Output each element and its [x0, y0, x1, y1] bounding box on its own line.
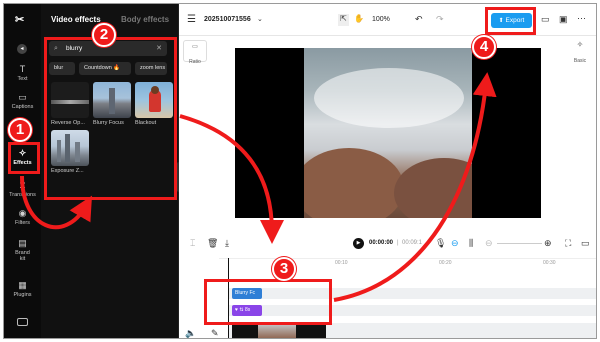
- transitions-icon: ⧖: [19, 180, 26, 190]
- redo-icon[interactable]: ↷: [436, 14, 444, 25]
- annotation-badge: 1: [8, 118, 32, 142]
- zoom-level[interactable]: 100%: [372, 16, 390, 23]
- undo-icon[interactable]: ↶: [415, 14, 423, 25]
- mic-icon[interactable]: 🎙: [435, 238, 446, 249]
- video-frame: [304, 48, 472, 218]
- zoom-in-icon[interactable]: ⊕: [544, 238, 552, 249]
- plugins-icon: ▦: [18, 280, 27, 290]
- share-icon[interactable]: ▣: [559, 14, 568, 25]
- link-icon[interactable]: ⊖: [451, 238, 459, 249]
- audio-icon[interactable]: 🔈: [185, 328, 196, 338]
- preview-area: ▭ Ratio ✧ Basic: [179, 36, 596, 226]
- text-icon: T: [19, 64, 26, 74]
- sidebar-item-label: Plugins: [13, 292, 32, 298]
- time-separator: |: [397, 240, 399, 246]
- basic-label: Basic: [573, 58, 587, 64]
- ratio-icon: ▭: [192, 44, 198, 50]
- annotation-box-timeline: [204, 279, 332, 325]
- pointer-icon[interactable]: ⇱: [338, 14, 349, 26]
- ratio-button[interactable]: ▭ Ratio: [183, 40, 207, 65]
- ratio-label: Ratio: [189, 59, 201, 65]
- hand-icon[interactable]: ✋: [354, 14, 364, 23]
- split-screen-icon[interactable]: ⫼: [469, 238, 473, 249]
- project-name[interactable]: 202510071556: [204, 16, 251, 23]
- chevron-down-icon[interactable]: ⌄: [257, 15, 263, 23]
- sidebar-item-label: Brand kit: [15, 250, 30, 262]
- capcut-logo: ✂: [15, 14, 25, 26]
- total-time: 00:09:1: [402, 240, 423, 246]
- more-icon[interactable]: ⋯: [577, 13, 586, 24]
- captions-icon: ▭: [18, 92, 27, 102]
- annotation-box-export: [485, 7, 536, 35]
- sidebar-item-filters[interactable]: ◉ Filters: [4, 208, 41, 226]
- sidebar-item-captions[interactable]: ▭ Captions: [4, 92, 41, 110]
- sidebar-item-transitions[interactable]: ⧖ Transitions: [4, 180, 41, 198]
- split-icon[interactable]: ⌶: [190, 238, 195, 249]
- sidebar-item-label: Transitions: [9, 192, 36, 198]
- sidebar-item-label: Captions: [11, 104, 34, 110]
- sidebar-item-plugins[interactable]: ▦ Plugins: [4, 280, 41, 298]
- annotation-badge: 3: [272, 257, 296, 281]
- filters-icon: ◉: [18, 208, 27, 218]
- edit-icon[interactable]: ✎: [211, 328, 219, 338]
- ruler-tick: 00:30: [543, 260, 556, 266]
- present-icon[interactable]: ▭: [541, 14, 550, 25]
- ruler-tick: 00:20: [439, 260, 452, 266]
- app-window: ✂ ◂ T Text ▭ Captions ✧ Effects ⧖ Transi…: [3, 3, 597, 339]
- fullscreen-icon[interactable]: ⛶: [565, 238, 571, 249]
- annotation-box-effects: [8, 142, 40, 174]
- sidebar-item-label: Filters: [15, 220, 30, 226]
- zoom-out-icon[interactable]: ⊖: [485, 238, 493, 249]
- brand-kit-icon: ▤: [18, 238, 27, 248]
- play-button[interactable]: ▶: [353, 238, 364, 249]
- delete-icon[interactable]: 🗑: [207, 238, 218, 249]
- zoom-slider[interactable]: [497, 243, 542, 244]
- annotation-badge: 2: [92, 23, 116, 47]
- collapse-icon[interactable]: ◂: [17, 44, 27, 54]
- tab-video-effects[interactable]: Video effects: [51, 15, 101, 24]
- monitor-icon[interactable]: ▭: [581, 238, 590, 249]
- video-canvas[interactable]: [235, 48, 541, 218]
- basic-button[interactable]: ✧ Basic: [568, 40, 592, 64]
- keyboard-icon[interactable]: [17, 318, 28, 326]
- annotation-badge: 4: [472, 35, 496, 59]
- menu-icon[interactable]: ☰: [187, 14, 196, 25]
- basic-icon: ✧: [576, 40, 584, 49]
- sidebar-item-text[interactable]: T Text: [4, 64, 41, 82]
- ruler-tick: 00:10: [335, 260, 348, 266]
- sidebar-item-brand-kit[interactable]: ▤ Brand kit: [4, 238, 41, 262]
- download-icon[interactable]: ⤓: [225, 238, 229, 249]
- annotation-box-panel: [44, 37, 177, 200]
- current-time: 00:00:00: [369, 240, 394, 246]
- video-clip[interactable]: [232, 323, 326, 338]
- tab-body-effects[interactable]: Body effects: [121, 15, 169, 24]
- sidebar-item-label: Text: [17, 76, 28, 82]
